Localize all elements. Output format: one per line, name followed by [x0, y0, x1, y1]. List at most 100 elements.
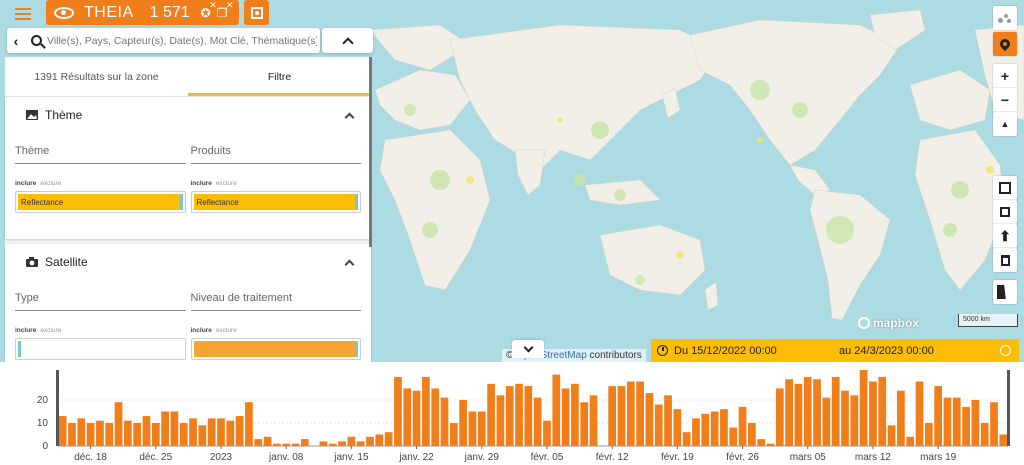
compare-maps-button[interactable]	[993, 280, 1017, 304]
x-tick-label: déc. 25	[139, 452, 172, 463]
theme-section-title: Thème	[45, 108, 83, 122]
image-icon	[26, 110, 38, 120]
chevron-up-icon[interactable]	[344, 112, 355, 122]
type-field[interactable]: Type	[15, 280, 186, 311]
histogram-bar	[394, 376, 402, 446]
search-input[interactable]	[47, 34, 317, 47]
type-chip-box[interactable]	[15, 338, 186, 360]
layers-button[interactable]	[993, 6, 1017, 30]
include-toggle[interactable]: inclure	[191, 180, 212, 187]
histogram-bar	[449, 422, 458, 446]
histogram-bar	[356, 441, 365, 446]
products-field[interactable]: Produits	[190, 133, 361, 164]
settings-cog-icon[interactable]: ✪ ✕	[201, 0, 217, 20]
close-icon[interactable]: ✕	[226, 0, 234, 11]
histogram-bar	[701, 413, 710, 446]
exclude-toggle[interactable]: exclure	[216, 180, 237, 187]
exclude-toggle[interactable]: exclure	[40, 327, 61, 334]
histogram-bar	[636, 381, 644, 446]
collapse-panel-button[interactable]	[322, 28, 373, 53]
result-count: 1 571	[149, 3, 190, 21]
filter-panel: 1391 Résultats sur la zone Filtre Thème …	[5, 57, 371, 364]
upload-icon: ⬆	[999, 227, 1011, 244]
exclude-toggle[interactable]: exclure	[216, 327, 237, 334]
zoom-out-button[interactable]: −	[993, 88, 1017, 112]
tab-results[interactable]: 1391 Résultats sur la zone	[5, 57, 188, 96]
delete-button[interactable]	[993, 248, 1017, 272]
x-tick-label: janv. 29	[464, 452, 500, 463]
panel-scrollbar[interactable]	[369, 57, 372, 247]
upload-button[interactable]: ⬆	[993, 224, 1017, 248]
y-tick-label: 20	[37, 395, 49, 406]
products-chip[interactable]: Reflectance	[193, 194, 358, 210]
include-toggle[interactable]: inclure	[191, 327, 212, 334]
chevron-up-icon[interactable]	[344, 259, 355, 269]
chevron-up-icon	[341, 36, 354, 49]
type-chip[interactable]	[18, 341, 183, 357]
theme-section-header[interactable]: Thème	[5, 97, 371, 133]
histogram-bar	[971, 399, 980, 446]
theia-counter-pill[interactable]: THEIA 1 571 ✪ ✕ ❐ ✕	[46, 0, 239, 25]
globe-icon[interactable]	[1000, 345, 1011, 356]
histogram-bar	[654, 404, 663, 446]
clock-icon	[657, 345, 668, 356]
eye-icon	[54, 6, 74, 19]
histogram-bar	[934, 386, 943, 446]
x-tick-label: févr. 26	[726, 452, 759, 463]
zoom-in-button[interactable]: +	[993, 64, 1017, 88]
theme-chip[interactable]: Reflectance	[18, 194, 183, 210]
histogram-bar	[300, 439, 309, 446]
x-tick-label: févr. 19	[661, 452, 694, 463]
histogram-bar	[142, 416, 151, 446]
fullscreen-button[interactable]	[993, 176, 1017, 200]
back-arrow-icon[interactable]: ‹	[7, 33, 25, 49]
histogram-bar	[468, 411, 477, 446]
draw-polygon-button[interactable]	[993, 200, 1017, 224]
x-tick-label: janv. 15	[333, 452, 369, 463]
y-tick-label: 0	[42, 441, 48, 452]
location-button[interactable]	[993, 32, 1017, 56]
histogram-bar	[990, 402, 998, 446]
focus-area-button[interactable]	[244, 0, 269, 25]
y-tick-label: 10	[37, 418, 49, 429]
processing-level-chip-box[interactable]	[190, 338, 361, 360]
processing-level-chip[interactable]	[193, 341, 358, 357]
fullscreen-icon	[999, 182, 1011, 194]
target-icon	[250, 6, 263, 19]
histogram-bar	[766, 443, 775, 446]
histogram-bar	[226, 420, 235, 446]
histogram-bar	[245, 402, 253, 446]
hamburger-menu-button[interactable]	[8, 3, 38, 25]
exclude-toggle[interactable]: exclure	[40, 180, 61, 187]
date-from[interactable]: Du 15/12/2022 00:00	[674, 345, 839, 357]
histogram-bar	[580, 402, 589, 446]
histogram-bar	[105, 422, 114, 446]
histogram-bar	[328, 443, 337, 446]
products-chip-box[interactable]: Reflectance	[190, 191, 361, 213]
theme-chip-box[interactable]: Reflectance	[15, 191, 186, 213]
histogram-bar	[552, 374, 561, 446]
duplicate-icon[interactable]: ❐ ✕	[217, 0, 234, 20]
include-toggle[interactable]: inclure	[15, 180, 36, 187]
satellite-section-header[interactable]: Satellite	[5, 244, 371, 280]
histogram-bar	[347, 436, 356, 446]
close-icon[interactable]: ✕	[209, 0, 217, 11]
histogram-bar	[161, 411, 169, 446]
mapbox-logo[interactable]: mapbox	[858, 316, 919, 330]
processing-level-field[interactable]: Niveau de traitement	[190, 280, 361, 311]
histogram-chart[interactable]: 0 10 20 déc. 18 déc. 25 2023 janv. 08 janv. 15 j…	[0, 362, 1024, 465]
date-to[interactable]: au 24/3/2023 00:00	[839, 345, 1000, 357]
search-bar: ‹	[7, 28, 320, 53]
theme-field[interactable]: Thème	[15, 133, 186, 164]
tab-filter[interactable]: Filtre	[188, 57, 371, 96]
compass-button[interactable]: ▲	[993, 112, 1017, 136]
x-tick-label: mars 19	[920, 452, 957, 463]
date-range-bar[interactable]: Du 15/12/2022 00:00 au 24/3/2023 00:00	[651, 339, 1019, 362]
toggle-histogram-button[interactable]	[512, 340, 544, 358]
include-toggle[interactable]: inclure	[15, 327, 36, 334]
histogram-bar	[114, 402, 123, 446]
histogram-bar	[431, 388, 440, 446]
histogram-bar	[422, 376, 430, 446]
search-icon[interactable]	[25, 35, 47, 46]
x-tick-label: févr. 05	[531, 452, 564, 463]
